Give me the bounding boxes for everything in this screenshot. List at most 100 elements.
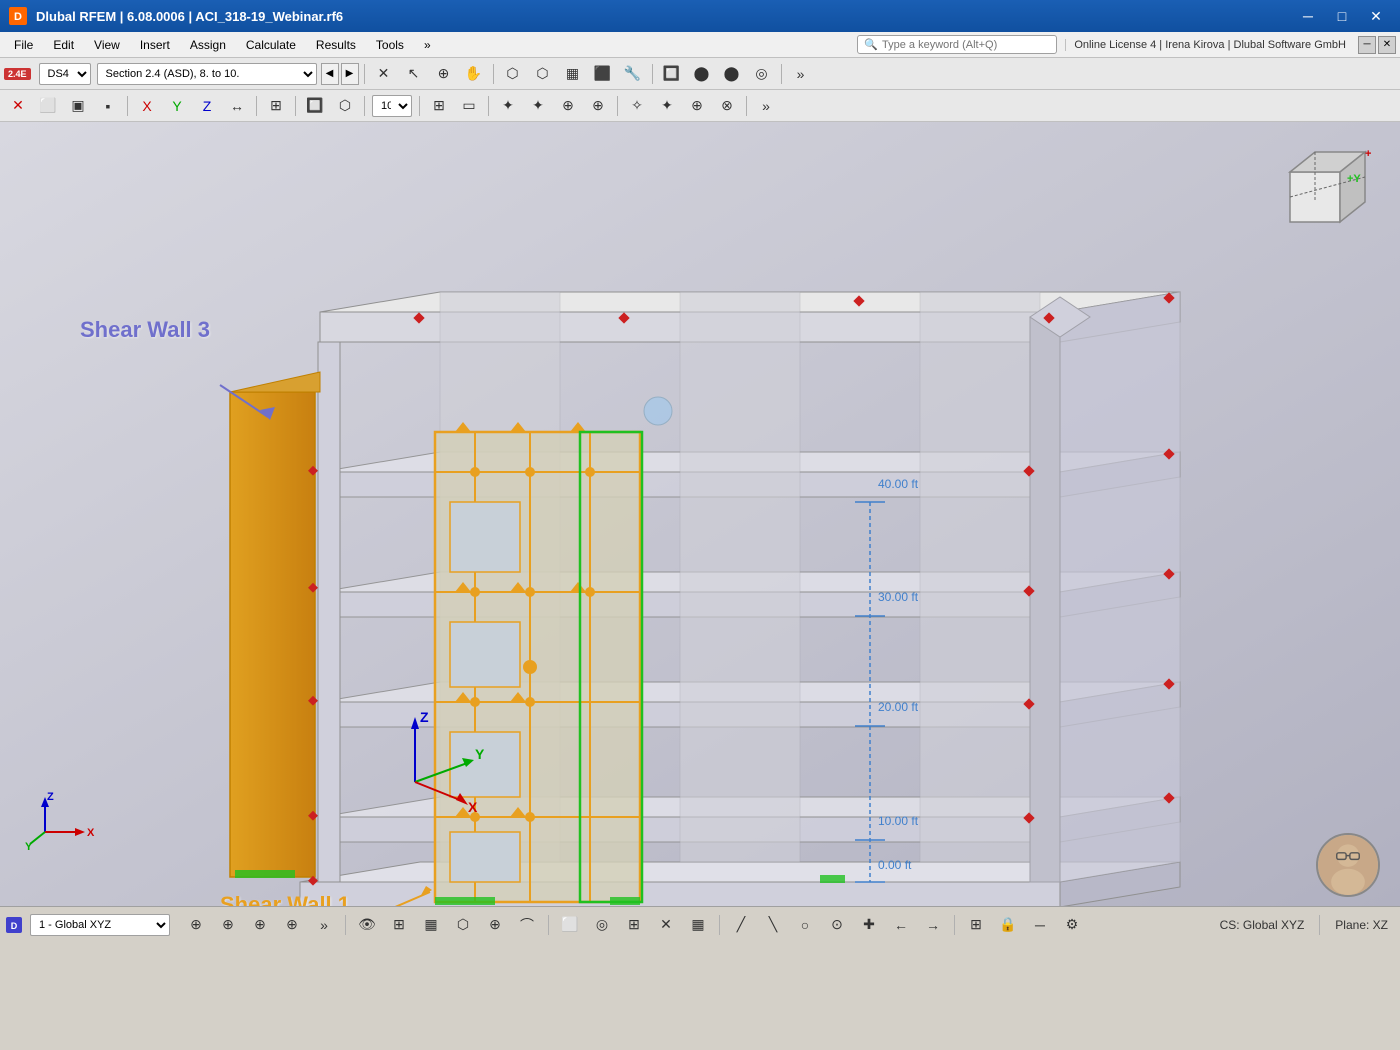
cursor-icon[interactable]: ↖ [400,61,428,87]
render-icon3[interactable]: ⬤ [718,61,746,87]
minimize-button[interactable]: ─ [1292,5,1324,27]
load-icon4[interactable]: ⊕ [584,93,612,119]
box-select-icon[interactable]: ⬜ [34,93,62,119]
pointer-icon[interactable]: ⊕ [430,61,458,87]
load-icon1[interactable]: ✦ [494,93,522,119]
grid-icon[interactable]: ⊞ [425,93,453,119]
sb-grid-icon5[interactable]: ▦ [684,912,712,938]
coord-icon[interactable]: ↔ [223,93,251,119]
search-box[interactable]: 🔍 [857,35,1057,54]
svg-text:X: X [468,799,478,815]
dim-0ft: 0.00 ft [878,858,911,872]
cs-dropdown[interactable]: 1 - Global XYZ [30,914,170,936]
close-button[interactable]: ✕ [1360,5,1392,27]
transform-icon[interactable]: ⊞ [262,93,290,119]
sb-icon8[interactable]: ⬡ [449,912,477,938]
panel-min-btn[interactable]: ─ [1358,36,1376,54]
sb-grid-icon4[interactable]: ✕ [652,912,680,938]
dim-30ft: 30.00 ft [878,590,918,604]
section-dropdown[interactable]: Section 2.4 (ASD), 8. to 10. [97,63,317,85]
axis-z-icon[interactable]: Z [193,93,221,119]
main-viewport[interactable]: Z Y X [0,122,1400,942]
sb-circ-icon[interactable]: ⊙ [823,912,851,938]
sb-minus-icon[interactable]: ─ [1026,912,1054,938]
sb-settings-icon[interactable]: ⚙ [1058,912,1086,938]
sb-line-icon3[interactable]: ○ [791,912,819,938]
ds-dropdown[interactable]: DS4 [39,63,91,85]
view-icon3[interactable]: ▦ [559,61,587,87]
nav-prev[interactable]: ◀ [321,63,339,85]
more-right[interactable]: » [787,61,815,87]
more-right2[interactable]: » [752,93,780,119]
render-icon4[interactable]: ◎ [748,61,776,87]
sb-line-icon2[interactable]: ╲ [759,912,787,938]
display-icon2[interactable]: ✦ [653,93,681,119]
menu-more[interactable]: » [414,35,441,55]
menu-results[interactable]: Results [306,35,366,55]
render-icon2[interactable]: ⬤ [688,61,716,87]
title-bar: D Dlubal RFEM | 6.08.0006 | ACI_318-19_W… [0,0,1400,32]
menu-calculate[interactable]: Calculate [236,35,306,55]
cross-icon[interactable]: ✕ [370,61,398,87]
display-icon4[interactable]: ⊗ [713,93,741,119]
menu-view[interactable]: View [84,35,130,55]
sb-icon1[interactable]: ⊕ [182,912,210,938]
tsep5 [419,96,420,116]
sb-grid-icon2[interactable]: ◎ [588,912,616,938]
sb-arrow-icon2[interactable]: → [919,912,947,938]
cube-navigator[interactable]: +Y + [1265,137,1385,257]
sb-icon9[interactable]: ⊕ [481,912,509,938]
sb-icon6[interactable]: ⊞ [385,912,413,938]
menu-assign[interactable]: Assign [180,35,236,55]
axis-x-icon[interactable]: X [133,93,161,119]
structure-svg: Z Y X [0,122,1400,942]
sb-icon5[interactable]: » [310,912,338,938]
sb-icon4[interactable]: ⊕ [278,912,306,938]
render-icon1[interactable]: 🔲 [658,61,686,87]
load-icon3[interactable]: ⊕ [554,93,582,119]
sb-icon2[interactable]: ⊕ [214,912,242,938]
sep2 [493,64,494,84]
sb-icon7[interactable]: ▦ [417,912,445,938]
svg-text:+Y: +Y [1347,173,1361,185]
view-icon2[interactable]: ⬡ [529,61,557,87]
nav-next[interactable]: ▶ [341,63,359,85]
snap-icon1[interactable]: 🔲 [301,93,329,119]
sb-arc-icon[interactable]: ⌒ [513,912,541,938]
view-icon1[interactable]: ⬡ [499,61,527,87]
sb-grid-icon3[interactable]: ⊞ [620,912,648,938]
menu-file[interactable]: File [4,35,43,55]
axis-y-icon[interactable]: Y [163,93,191,119]
menu-insert[interactable]: Insert [130,35,180,55]
sb-eye-icon[interactable]: 👁 [353,912,381,938]
menu-tools[interactable]: Tools [366,35,414,55]
sb-grid-icon1[interactable]: ⬜ [556,912,584,938]
hand-icon[interactable]: ✋ [460,61,488,87]
axes-indicator: Z X Y [25,772,105,852]
panel-close-btn[interactable]: ✕ [1378,36,1396,54]
select-member-icon[interactable]: ▪ [94,93,122,119]
menu-edit[interactable]: Edit [43,35,84,55]
view-icon5[interactable]: 🔧 [619,61,647,87]
size-dropdown[interactable]: 10 [372,95,412,117]
user-avatar [1316,833,1380,897]
ssep3 [719,915,720,935]
sb-grid-toggle[interactable]: ⊞ [962,912,990,938]
sb-plus-icon[interactable]: ✚ [855,912,883,938]
shear-wall-3-label: Shear Wall 3 [80,317,210,343]
sb-line-icon1[interactable]: ╱ [727,912,755,938]
search-input[interactable] [882,39,1022,51]
snap-icon2[interactable]: ⬡ [331,93,359,119]
sb-icon3[interactable]: ⊕ [246,912,274,938]
maximize-button[interactable]: □ [1326,5,1358,27]
plane-icon[interactable]: ▭ [455,93,483,119]
view-icon4[interactable]: ⬛ [589,61,617,87]
sb-arrow-icon1[interactable]: ← [887,912,915,938]
display-icon1[interactable]: ✧ [623,93,651,119]
3d-viewport[interactable]: Z Y X [0,122,1400,942]
display-icon3[interactable]: ⊕ [683,93,711,119]
select-face-icon[interactable]: ▣ [64,93,92,119]
sb-lock-icon[interactable]: 🔒 [994,912,1022,938]
load-icon2[interactable]: ✦ [524,93,552,119]
select-all-icon[interactable]: ✕ [4,93,32,119]
